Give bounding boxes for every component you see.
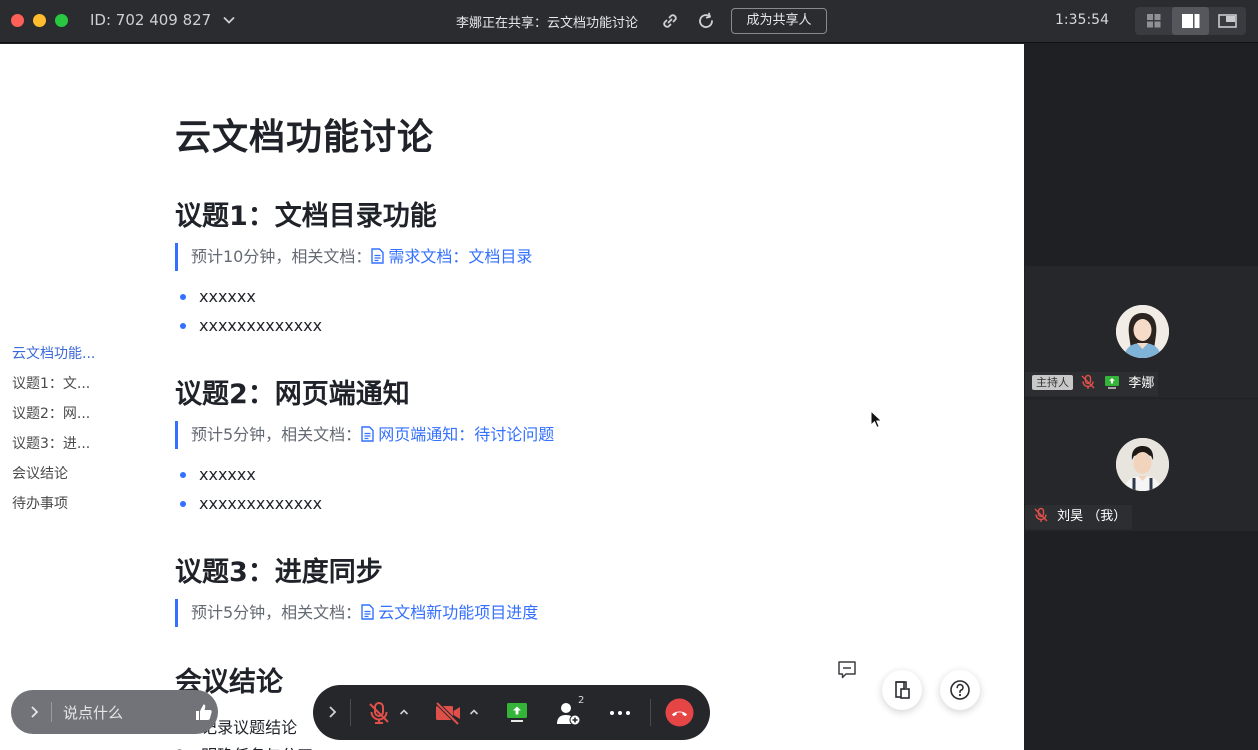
outline-item[interactable]: 议题2：网... [12, 404, 95, 434]
chevron-up-icon[interactable] [469, 708, 479, 716]
participant-name: 李娜 [1128, 376, 1155, 391]
participant-tile[interactable]: 刘昊 （我） [1025, 399, 1258, 531]
share-screen-icon[interactable] [505, 700, 529, 724]
related-doc-link-text: 网页端通知：待讨论问题 [378, 425, 555, 444]
feedback-button[interactable] [882, 670, 922, 710]
related-doc-link-text: 需求文档：文档目录 [388, 247, 533, 266]
become-sharer-button[interactable]: 成为共享人 [731, 8, 827, 34]
outline-item[interactable]: 待办事项 [12, 494, 95, 524]
share-screen-icon [1105, 376, 1120, 389]
minimize-window-button[interactable] [33, 14, 46, 27]
help-icon [950, 680, 970, 700]
participants-count: 2 [578, 695, 585, 706]
related-doc-link[interactable]: 需求文档：文档目录 [371, 247, 532, 266]
mic-muted-icon [1034, 507, 1048, 522]
list-item: xxxxxxxxxxxxx [180, 494, 322, 514]
related-doc-link[interactable]: 云文档新功能项目进度 [361, 603, 538, 622]
comment-icon[interactable] [837, 660, 857, 680]
divider [51, 702, 52, 722]
list-item-text: xxxxxx [199, 465, 256, 484]
list-item: xxxxxx [180, 287, 256, 307]
topic-note-text: 预计5分钟，相关文档： [191, 425, 362, 444]
chevron-right-icon[interactable] [27, 704, 41, 720]
divider [650, 699, 651, 726]
document-title: 云文档功能讨论 [175, 117, 435, 158]
topic-heading: 议题2：网页端通知 [175, 379, 410, 410]
thumbs-up-icon[interactable] [194, 702, 214, 722]
list-item-text: xxxxxxxxxxxxx [199, 316, 323, 335]
help-button[interactable] [940, 670, 980, 710]
participant-tile[interactable]: 主持人 李娜 [1025, 266, 1258, 398]
list-item: xxxxxxxxxxxxx [180, 316, 322, 336]
mic-muted-icon [1081, 374, 1095, 389]
meeting-timer: 1:35:54 [1055, 12, 1109, 28]
close-window-button[interactable] [11, 14, 24, 27]
topic-note: 预计5分钟，相关文档： 网页端通知：待讨论问题 [175, 421, 554, 449]
share-status: 李娜正在共享：云文档功能讨论 [456, 16, 639, 31]
divider [350, 699, 351, 726]
participant-nametag: 刘昊 （我） [1025, 505, 1132, 529]
shared-document: 云文档功能... 议题1：文... 议题2：网... 议题3：进... 会议结论… [0, 44, 1024, 750]
topic-note-text: 预计10分钟，相关文档： [191, 247, 372, 266]
outline-item[interactable]: 议题1：文... [12, 374, 95, 404]
maximize-window-button[interactable] [55, 14, 68, 27]
link-icon[interactable] [660, 11, 680, 31]
chevron-up-icon[interactable] [399, 708, 409, 716]
mic-muted-icon[interactable] [366, 700, 392, 726]
more-icon[interactable] [609, 709, 631, 717]
document-icon [371, 248, 385, 264]
chevron-down-icon[interactable] [222, 13, 236, 27]
related-doc-link[interactable]: 网页端通知：待讨论问题 [361, 425, 554, 444]
avatar [1116, 438, 1169, 491]
host-badge: 主持人 [1032, 375, 1073, 390]
layout-switcher [1135, 7, 1246, 35]
list-item-text: xxxxxxxxxxxxx [199, 494, 323, 513]
refresh-icon[interactable] [696, 11, 716, 31]
end-call-icon[interactable] [665, 698, 694, 727]
outline-item[interactable]: 会议结论 [12, 464, 95, 494]
avatar [1116, 305, 1169, 358]
topic-note: 预计5分钟，相关文档： 云文档新功能项目进度 [175, 599, 538, 627]
title-bar: ID: 702 409 827 李娜正在共享：云文档功能讨论 成为共享人 1:3… [0, 0, 1258, 43]
pip-layout-icon[interactable] [1209, 7, 1246, 35]
topic-note-text: 预计5分钟，相关文档： [191, 603, 362, 622]
outline-item[interactable]: 云文档功能... [12, 344, 95, 374]
meeting-id: ID: 702 409 827 [90, 11, 212, 29]
outline-item[interactable]: 议题3：进... [12, 434, 95, 464]
topic-heading: 议题3：进度同步 [175, 557, 383, 588]
topic-note: 预计10分钟，相关文档： 需求文档：文档目录 [175, 243, 532, 271]
participant-name: 刘昊 （我） [1057, 509, 1127, 524]
related-doc-link-text: 云文档新功能项目进度 [378, 603, 539, 622]
mouse-cursor-icon [870, 410, 883, 429]
collapse-toolbar-icon[interactable] [326, 704, 338, 720]
chat-input[interactable]: 说点什么 [63, 702, 123, 723]
speaker-layout-icon[interactable] [1172, 7, 1209, 35]
list-item: 2、明确任务与分工 [175, 742, 313, 750]
participant-nametag: 主持人 李娜 [1025, 372, 1158, 396]
participant-panel: 主持人 李娜 刘昊 （我） [1025, 44, 1258, 750]
list-item: xxxxxx [180, 465, 256, 485]
camera-off-icon[interactable] [434, 700, 462, 726]
document-outline: 云文档功能... 议题1：文... 议题2：网... 议题3：进... 会议结论… [12, 344, 95, 524]
feedback-icon [895, 681, 910, 699]
document-icon [361, 426, 374, 442]
topic-heading: 议题1：文档目录功能 [175, 201, 437, 232]
meeting-toolbar: 2 [313, 685, 710, 740]
grid-layout-icon[interactable] [1135, 7, 1172, 35]
list-item-text: xxxxxx [199, 287, 256, 306]
chat-input-bar: 说点什么 [11, 690, 218, 734]
document-icon [361, 604, 374, 620]
